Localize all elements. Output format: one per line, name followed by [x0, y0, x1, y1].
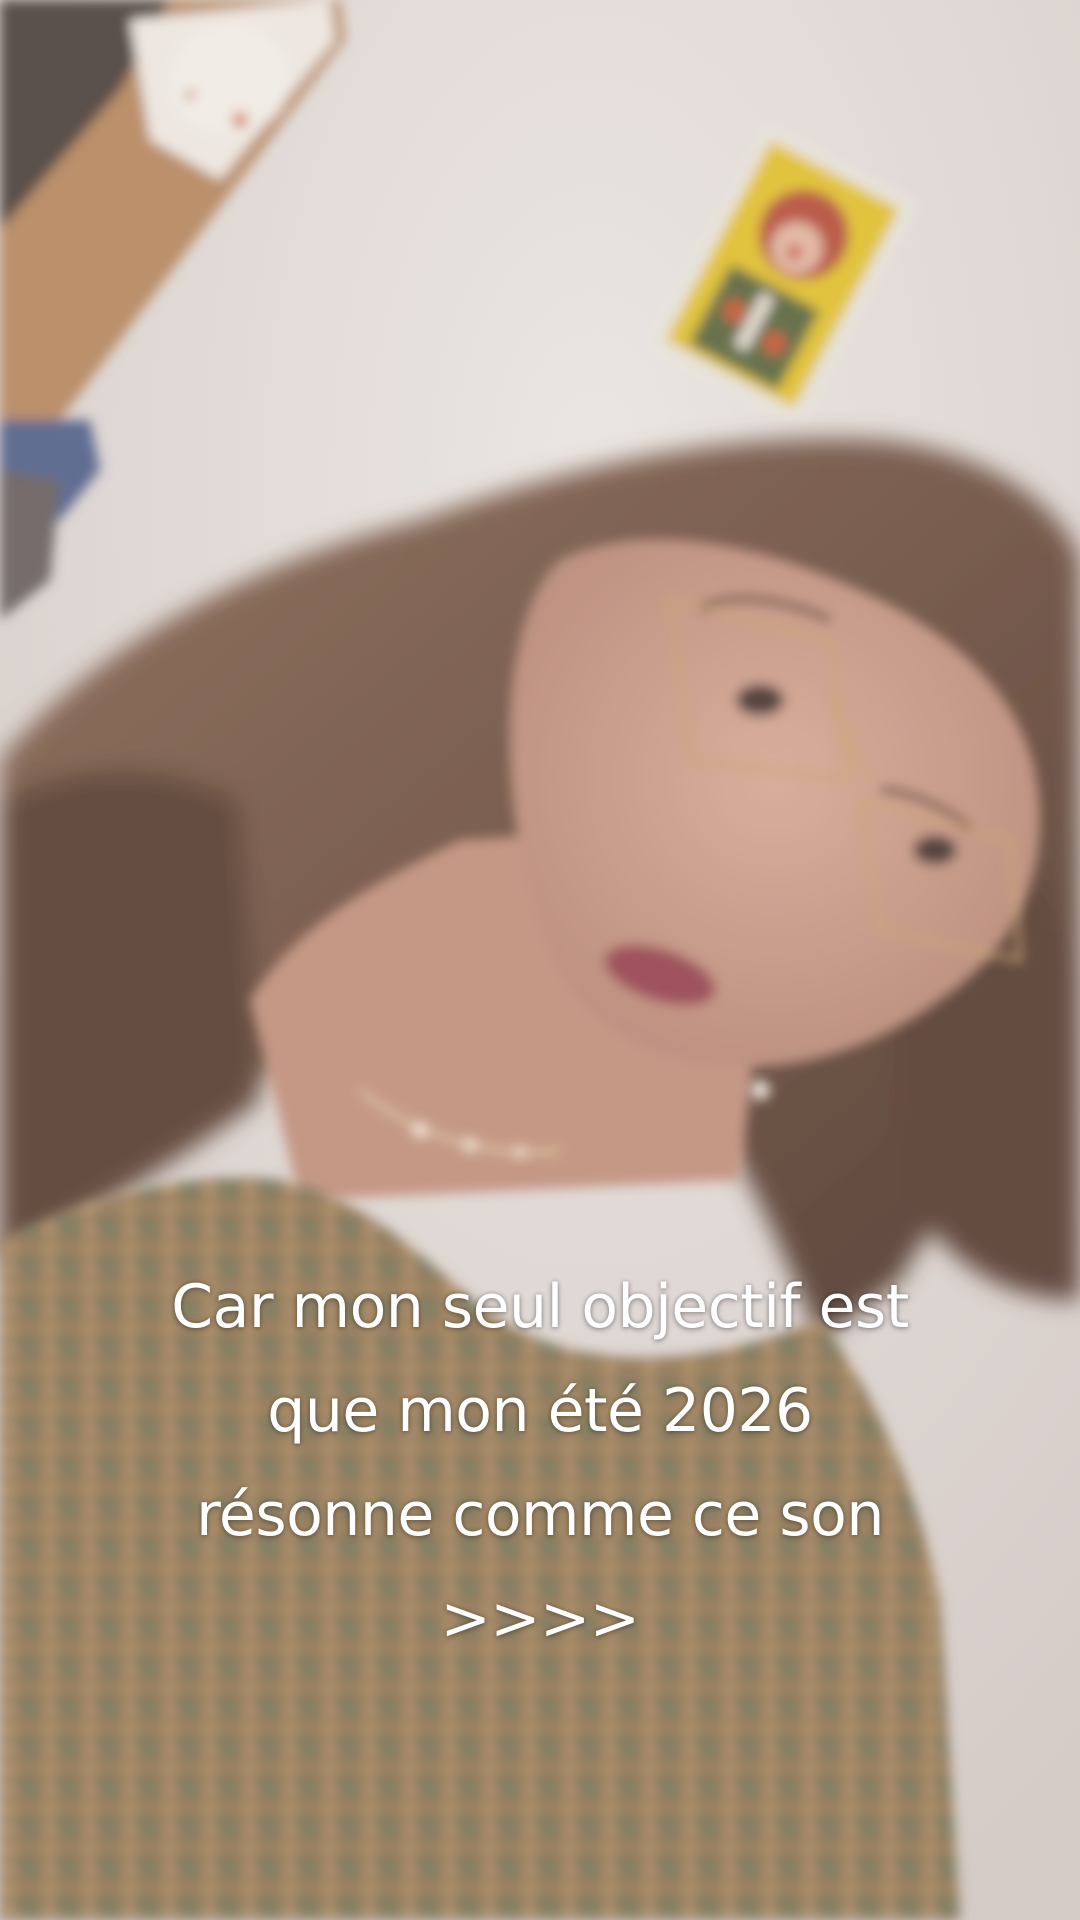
caption-overlay: Car mon seul objectif est que mon été 20… [40, 1255, 1040, 1671]
caption-line-3: résonne comme ce son [196, 1480, 884, 1550]
video-frame: Car mon seul objectif est que mon été 20… [0, 0, 1080, 1920]
caption-line-1: Car mon seul objectif est [171, 1272, 909, 1342]
caption-line-4: >>>> [440, 1584, 640, 1654]
caption-line-2: que mon été 2026 [267, 1376, 813, 1446]
